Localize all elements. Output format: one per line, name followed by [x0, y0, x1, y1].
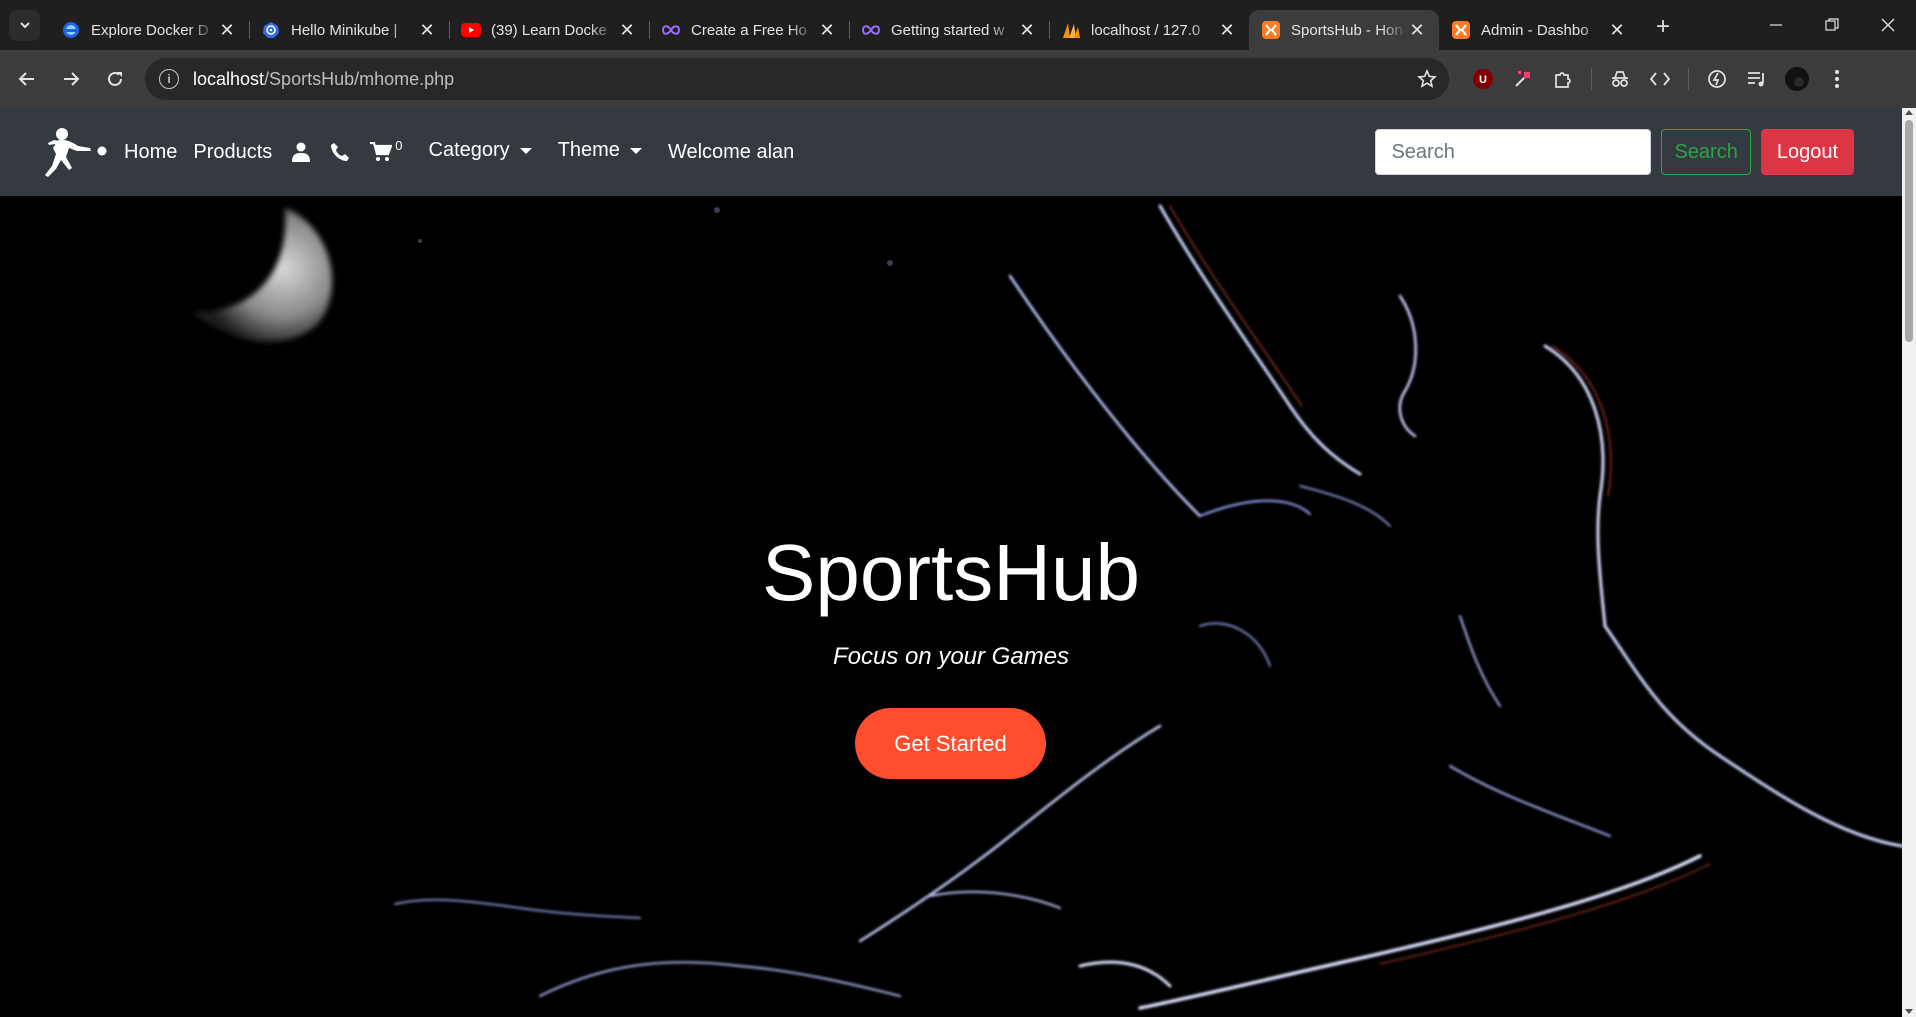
close-icon[interactable]: ✕	[417, 20, 437, 41]
tab-localhost-phpmyadmin[interactable]: localhost / 127.0 ✕	[1049, 10, 1249, 50]
docker-favicon-icon	[61, 20, 81, 40]
logout-button[interactable]: Logout	[1760, 129, 1854, 175]
code-brackets-icon[interactable]	[1640, 59, 1680, 99]
shopping-cart[interactable]: 0	[370, 138, 403, 162]
browser-tab-strip: Explore Docker D ✕ Hello Minikube | ✕ (3…	[0, 0, 1916, 50]
tab-create-free-ho[interactable]: Create a Free Ho ✕	[649, 10, 849, 50]
page-scrollbar[interactable]	[1902, 108, 1916, 1017]
search-button[interactable]: Search	[1661, 129, 1751, 175]
tab-title: Admin - Dashbo	[1481, 21, 1589, 39]
category-dropdown[interactable]: Category	[429, 139, 532, 162]
ublock-icon[interactable]: U	[1463, 59, 1503, 99]
tab-sportshub-active[interactable]: SportsHub - Hon ✕	[1249, 10, 1439, 50]
hero-section: SportsHub Focus on your Games Get Starte…	[0, 196, 1902, 1017]
restore-icon[interactable]	[1804, 0, 1860, 50]
close-icon[interactable]: ✕	[1017, 20, 1037, 41]
tab-title: Create a Free Ho	[691, 21, 807, 39]
scroll-down-arrow-icon[interactable]	[1905, 1009, 1913, 1014]
infinity-favicon-icon	[661, 20, 681, 40]
tab-hello-minikube[interactable]: Hello Minikube | ✕	[249, 10, 449, 50]
bookmark-star-icon[interactable]	[1405, 69, 1449, 89]
new-tab-plus-icon[interactable]: +	[1645, 9, 1681, 45]
infinity-favicon-icon	[861, 20, 881, 40]
get-started-button[interactable]: Get Started	[855, 708, 1046, 779]
tab-learn-docker[interactable]: (39) Learn Docke ✕	[449, 10, 649, 50]
search-input[interactable]	[1375, 129, 1652, 175]
tab-title: localhost / 127.0	[1091, 21, 1201, 39]
tab-title: Hello Minikube |	[291, 21, 398, 39]
minimize-icon[interactable]	[1748, 0, 1804, 50]
incognito-icon[interactable]	[1600, 59, 1640, 99]
svg-text:U: U	[1479, 74, 1487, 86]
caret-down-icon	[519, 147, 532, 154]
colorzilla-eyedropper-icon[interactable]	[1503, 59, 1543, 99]
navbar-search-form: Search Logout	[1375, 129, 1854, 175]
theme-dropdown-label: Theme	[557, 139, 620, 161]
xampp-favicon-icon	[1451, 20, 1471, 40]
shopping-cart-icon	[370, 142, 393, 161]
profile-avatar-icon[interactable]	[1777, 59, 1817, 99]
reload-icon[interactable]	[93, 57, 137, 101]
phone-contact-icon[interactable]	[330, 142, 350, 162]
xampp-favicon-icon	[1261, 20, 1281, 40]
browser-toolbar: i localhost/SportsHub/mhome.php U	[0, 50, 1916, 108]
performance-icon[interactable]	[1697, 59, 1737, 99]
site-info-icon[interactable]: i	[159, 69, 179, 89]
tab-title: Explore Docker D	[91, 21, 209, 39]
welcome-user-text: Welcome alan	[667, 140, 795, 163]
browser-menu-icon[interactable]	[1817, 59, 1857, 99]
youtube-favicon-icon	[461, 20, 481, 40]
close-icon[interactable]: ✕	[1407, 20, 1427, 41]
back-arrow-icon[interactable]	[5, 57, 49, 101]
address-bar[interactable]: i localhost/SportsHub/mhome.php	[145, 58, 1449, 100]
close-window-icon[interactable]	[1860, 0, 1916, 50]
media-queue-icon[interactable]	[1737, 59, 1777, 99]
caret-down-icon	[629, 147, 642, 154]
scrollbar-thumb[interactable]	[1905, 120, 1913, 342]
nav-products-link[interactable]: Products	[193, 141, 272, 164]
phpmyadmin-favicon-icon	[1061, 20, 1081, 40]
tab-admin-dashboard[interactable]: Admin - Dashbo ✕	[1439, 10, 1639, 50]
window-controls	[1748, 0, 1916, 50]
hero-subtitle: Focus on your Games	[832, 643, 1070, 670]
tab-title: Getting started w	[891, 21, 1005, 39]
kubernetes-favicon-icon	[261, 20, 281, 40]
tab-explore-docker[interactable]: Explore Docker D ✕	[49, 10, 249, 50]
close-icon[interactable]: ✕	[1607, 20, 1627, 41]
close-icon[interactable]: ✕	[617, 20, 637, 41]
extensions-area: U	[1463, 59, 1857, 99]
theme-dropdown[interactable]: Theme	[558, 139, 642, 162]
tab-title: SportsHub - Hon	[1291, 21, 1403, 39]
forward-arrow-icon[interactable]	[49, 57, 93, 101]
close-icon[interactable]: ✕	[817, 20, 837, 41]
url-text: localhost/SportsHub/mhome.php	[193, 68, 455, 89]
scroll-up-arrow-icon[interactable]	[1905, 110, 1913, 115]
chevron-down-icon	[19, 22, 30, 29]
user-profile-icon[interactable]	[292, 142, 311, 162]
close-icon[interactable]: ✕	[217, 20, 237, 41]
toolbar-separator	[1591, 68, 1592, 90]
site-navbar: Home Products 0 Category Theme Welcome a…	[0, 108, 1902, 196]
toolbar-separator	[1688, 68, 1689, 90]
category-dropdown-label: Category	[428, 139, 510, 161]
hero-title: SportsHub	[762, 528, 1140, 617]
nav-home-link[interactable]: Home	[124, 141, 177, 164]
tab-title: (39) Learn Docke	[491, 21, 607, 39]
cart-count-badge: 0	[395, 138, 403, 153]
tab-getting-started[interactable]: Getting started w ✕	[849, 10, 1049, 50]
extensions-puzzle-icon[interactable]	[1543, 59, 1583, 99]
page-viewport: Home Products 0 Category Theme Welcome a…	[0, 108, 1902, 1017]
brand-logo-kicker-icon[interactable]	[44, 124, 110, 180]
tab-search-button[interactable]	[9, 9, 40, 41]
tab-list: Explore Docker D ✕ Hello Minikube | ✕ (3…	[49, 0, 1681, 50]
close-icon[interactable]: ✕	[1217, 20, 1237, 41]
